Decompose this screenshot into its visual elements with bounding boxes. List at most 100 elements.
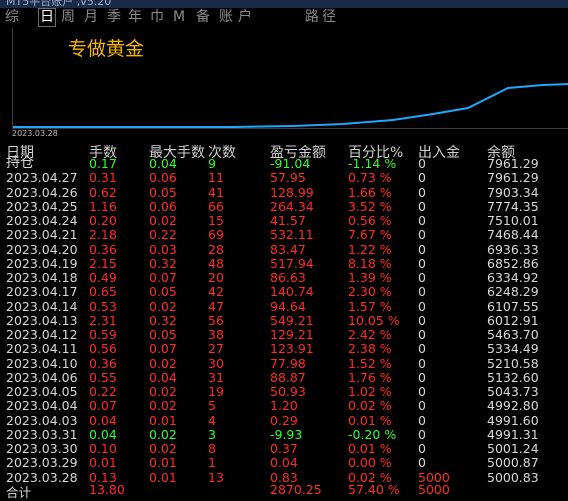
tab-account-2[interactable]: 户	[238, 9, 252, 26]
cell-percent: 1.22 %	[348, 241, 392, 257]
cell-lots: 1.16	[89, 198, 117, 214]
cell-balance: 6248.29	[487, 284, 539, 300]
cell-trades: 19	[208, 384, 224, 399]
tab-week[interactable]: 周	[61, 9, 75, 26]
cell-deposit: 0	[418, 270, 426, 285]
cell-deposit: 0	[418, 426, 426, 442]
table-row[interactable]: 2023.04.04 0.07 0.02 5 1.20 0.02 % 0 4992.80	[0, 399, 568, 413]
tab-magic[interactable]: M	[173, 9, 185, 26]
cell-date: 2023.04.10	[6, 355, 78, 371]
table-row[interactable]: 2023.04.11 0.56 0.07 27 123.91 2.38 % 0 5334.49	[0, 342, 568, 356]
cell-deposit: 0	[418, 241, 426, 257]
table-row[interactable]: 2023.04.05 0.22 0.02 19 50.93 1.02 % 0 5043.73	[0, 385, 568, 399]
cell-deposit: 0	[418, 213, 426, 228]
position-row[interactable]: 持仓 0.17 0.04 9 -91.04 -1.14 % 0 7961.29	[0, 156, 568, 171]
cell-trades: 41	[208, 184, 224, 200]
cell-balance: 7774.35	[487, 198, 539, 214]
table-row[interactable]: 2023.04.27 0.31 0.06 11 57.95 0.73 % 0 7961.29	[0, 171, 568, 185]
cell-date: 2023.04.18	[6, 270, 78, 285]
tab-symbol[interactable]: 巾	[150, 9, 164, 26]
cell-lots: 0.01	[89, 455, 117, 471]
table-row[interactable]: 2023.04.25 1.16 0.06 66 264.34 3.52 % 0 7774.35	[0, 198, 568, 214]
cell-deposit: 0	[418, 255, 426, 271]
table-row[interactable]: 2023.03.30 0.10 0.02 8 0.37 0.01 % 0 5001.24	[0, 442, 568, 456]
tab-quarter[interactable]: 季	[107, 9, 121, 26]
cell-percent: 0.02 %	[348, 398, 392, 414]
table-row[interactable]: 2023.04.13 2.31 0.32 56 549.21 10.05 % 0 6012.9…	[0, 312, 568, 328]
cell-lots: 0.62	[89, 184, 117, 200]
tab-year[interactable]: 年	[128, 9, 142, 26]
cell-percent: 0.00 %	[348, 455, 392, 471]
table-row[interactable]: 2023.04.21 2.18 0.22 69 532.11 7.67 % 0 7468.44	[0, 228, 568, 242]
cell-percent: 2.42 %	[348, 327, 392, 342]
table-row[interactable]: 2023.03.31 0.04 0.02 3 -9.93 -0.20 % 0 4991.31	[0, 426, 568, 442]
tab-summary[interactable]: 综	[5, 9, 19, 26]
cell-deposit: 0	[418, 412, 426, 428]
table-row[interactable]: 2023.04.17 0.65 0.05 42 140.74 2.30 % 0 6248.29	[0, 285, 568, 299]
cell-profit: 57.95	[270, 170, 306, 186]
period-tab-bar: 综 日 周 月 季 年 巾 M 备 账 户 路 径	[0, 8, 568, 28]
cell-lots: 0.55	[89, 369, 117, 385]
cell-deposit: 0	[418, 198, 426, 214]
cell-lots: 0.49	[89, 270, 117, 285]
cell-deposit: 0	[418, 355, 426, 371]
cell-date: 2023.04.20	[6, 241, 78, 257]
cell-balance: 6936.33	[487, 241, 539, 257]
cell-profit: 123.91	[270, 341, 314, 357]
tab-note[interactable]: 备	[196, 9, 210, 26]
tab-account-1[interactable]: 账	[219, 9, 233, 26]
cell-max-lots: 0.01	[149, 455, 177, 471]
cell-max-lots: 0.05	[149, 327, 177, 342]
table-row[interactable]: 2023.04.14 0.53 0.02 47 94.64 1.57 % 0 6107.55	[0, 298, 568, 314]
table-row[interactable]: 2023.04.19 2.15 0.32 48 517.94 8.18 % 0 6852.86	[0, 255, 568, 271]
table-row[interactable]: 2023.04.10 0.36 0.02 30 77.98 1.52 % 0 5210.58	[0, 355, 568, 371]
cell-max-lots: 0.07	[149, 341, 177, 357]
tab-month[interactable]: 月	[84, 9, 98, 26]
tab-path-2[interactable]: 径	[322, 9, 336, 26]
cell-date: 2023.04.24	[6, 213, 78, 228]
cell-max-lots: 0.03	[149, 241, 177, 257]
table-row[interactable]: 2023.03.29 0.01 0.01 1 0.04 0.00 % 0 5000.87	[0, 456, 568, 470]
balance-curve-line	[13, 83, 568, 128]
cell-balance: 7961.29	[487, 170, 539, 186]
cell-deposit: 0	[418, 312, 426, 328]
cell-deposit: 0	[418, 156, 426, 171]
cell-date: 2023.04.26	[6, 184, 78, 200]
cell-trades: 38	[208, 327, 224, 342]
cell-deposit: 0	[418, 341, 426, 357]
table-row[interactable]: 2023.04.12 0.59 0.05 38 129.21 2.42 % 0 5463.70	[0, 328, 568, 342]
cell-balance: 4992.80	[487, 398, 539, 414]
cell-lots: 2.31	[89, 312, 117, 328]
cell-date: 2023.04.27	[6, 170, 78, 186]
cell-percent: 1.66 %	[348, 184, 392, 200]
tab-day[interactable]: 日	[38, 8, 56, 27]
cell-max-lots: 0.07	[149, 270, 177, 285]
table-row[interactable]: 2023.04.20 0.36 0.03 28 83.47 1.22 % 0 6936.33	[0, 241, 568, 257]
cell-percent: 1.76 %	[348, 369, 392, 385]
table-row[interactable]: 2023.04.24 0.20 0.02 15 41.57 0.56 % 0 7510.01	[0, 214, 568, 228]
cell-max-lots: 0.32	[149, 255, 177, 271]
cell-max-lots: 0.06	[149, 198, 177, 214]
cell-trades: 42	[208, 284, 224, 300]
table-row[interactable]: 2023.04.18 0.49 0.07 20 86.63 1.39 % 0 6334.92	[0, 271, 568, 285]
cell-date: 2023.04.06	[6, 369, 78, 385]
cell-percent: 1.57 %	[348, 298, 392, 314]
cell-profit: 86.63	[270, 270, 306, 285]
cell-balance: 5463.70	[487, 327, 539, 342]
cell-balance: 5001.24	[487, 441, 539, 456]
cell-deposit: 0	[418, 455, 426, 471]
table-row[interactable]: 2023.04.06 0.55 0.04 31 88.87 1.76 % 0 5132.60	[0, 369, 568, 385]
cell-balance: 6107.55	[487, 298, 539, 314]
cell-trades: 48	[208, 255, 224, 271]
cell-profit: 94.64	[270, 298, 306, 314]
cell-trades: 47	[208, 298, 224, 314]
cell-date: 2023.04.04	[6, 398, 78, 414]
cell-deposit: 0	[418, 170, 426, 186]
cell-balance: 5132.60	[487, 369, 539, 385]
table-row[interactable]: 2023.04.26 0.62 0.05 41 128.99 1.66 % 0 7903.34	[0, 184, 568, 200]
cell-deposit: 0	[418, 327, 426, 342]
table-row[interactable]: 2023.04.03 0.04 0.01 4 0.29 0.01 % 0 4991.60	[0, 412, 568, 428]
cell-percent: -1.14 %	[348, 156, 397, 171]
tab-path-1[interactable]: 路	[305, 9, 319, 26]
cell-max-lots: 0.04	[149, 156, 177, 171]
